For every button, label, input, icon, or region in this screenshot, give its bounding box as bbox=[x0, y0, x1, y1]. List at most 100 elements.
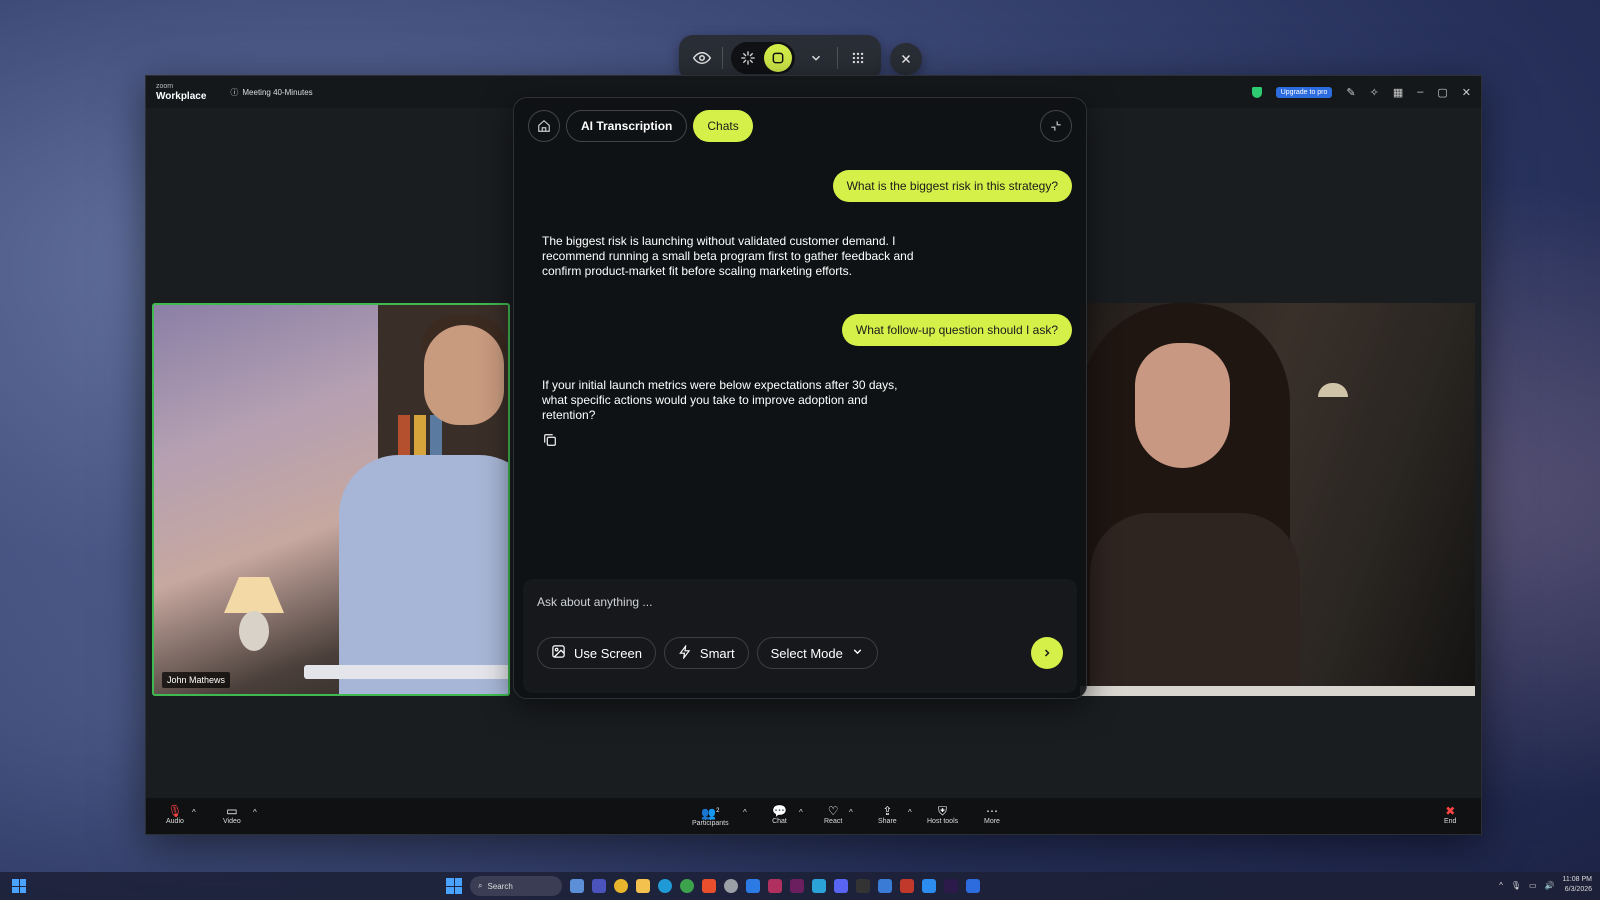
audio-label: Audio bbox=[166, 818, 184, 825]
vscode-icon[interactable] bbox=[746, 879, 760, 893]
app-icon[interactable] bbox=[878, 879, 892, 893]
eye-icon[interactable] bbox=[689, 45, 714, 71]
volume-icon[interactable]: 🔊 bbox=[1545, 881, 1555, 890]
app-icon[interactable] bbox=[570, 879, 584, 893]
assistant-message: If your initial launch metrics were belo… bbox=[542, 378, 898, 422]
image-icon bbox=[551, 644, 566, 662]
app-icon[interactable] bbox=[922, 879, 936, 893]
indesign-icon[interactable] bbox=[768, 879, 782, 893]
mic-muted-icon: 🎙 bbox=[167, 804, 183, 818]
chrome-icon[interactable] bbox=[614, 879, 628, 893]
sparkle-icon[interactable] bbox=[734, 44, 762, 72]
meeting-info[interactable]: ⓘ Meeting 40-Minutes bbox=[230, 87, 312, 98]
app-logo: zoom Workplace bbox=[156, 82, 206, 102]
chat-label: Chat bbox=[772, 818, 787, 825]
share-button[interactable]: ⇪ Share bbox=[878, 804, 897, 825]
more-label: More bbox=[984, 818, 1000, 825]
network-icon[interactable]: ▭ bbox=[1529, 881, 1537, 890]
end-button[interactable]: ✖ End bbox=[1444, 804, 1456, 825]
more-button[interactable]: ⋯ More bbox=[984, 804, 1000, 825]
date: 6/3/2026 bbox=[1564, 886, 1592, 893]
premiere-icon[interactable] bbox=[944, 879, 958, 893]
participants-button[interactable]: 👥2 Participants bbox=[692, 804, 729, 827]
search-icon: ⌕ bbox=[478, 881, 483, 890]
teams-icon[interactable] bbox=[592, 879, 606, 893]
chat-input-area[interactable]: Ask about anything ... Use Screen Smart … bbox=[523, 579, 1077, 693]
assistant-message: The biggest risk is launching without va… bbox=[542, 234, 914, 278]
info-icon: ⓘ bbox=[230, 87, 239, 97]
app-icon[interactable] bbox=[856, 879, 870, 893]
tab-ai-transcription[interactable]: AI Transcription bbox=[566, 110, 688, 142]
react-label: React bbox=[824, 818, 843, 825]
start-icon[interactable] bbox=[446, 878, 462, 894]
pencil-icon[interactable]: ✎ bbox=[1346, 86, 1355, 99]
host-tools-button[interactable]: ⛨ Host tools bbox=[927, 804, 958, 825]
input-controls: Use Screen Smart Select Mode bbox=[537, 637, 878, 669]
video-options-chevron-icon[interactable]: ^ bbox=[253, 808, 257, 817]
chat-button[interactable]: 💬 Chat bbox=[772, 804, 787, 825]
taskbar-search-label: Search bbox=[487, 881, 513, 891]
window-close-icon[interactable]: ✕ bbox=[1462, 86, 1471, 99]
edge-icon[interactable] bbox=[658, 879, 672, 893]
browser-icon[interactable] bbox=[680, 879, 694, 893]
audio-button[interactable]: 🎙 Audio bbox=[166, 804, 184, 825]
grid-icon[interactable] bbox=[846, 45, 871, 71]
system-tray: ^ 🎙 ▭ 🔊 11:08 PM 6/3/2026 bbox=[1499, 875, 1592, 895]
mic-icon[interactable]: 🎙 bbox=[1511, 881, 1521, 890]
close-icon[interactable] bbox=[890, 43, 922, 75]
app-icon[interactable] bbox=[900, 879, 914, 893]
video-button[interactable]: ▭ Video bbox=[223, 804, 241, 825]
user-message: What follow-up question should I ask? bbox=[841, 314, 1072, 346]
clock[interactable]: 11:08 PM 6/3/2026 bbox=[1563, 875, 1592, 895]
select-mode-dropdown[interactable]: Select Mode bbox=[756, 637, 878, 669]
divider bbox=[722, 47, 724, 69]
discord-icon[interactable] bbox=[834, 879, 848, 893]
upgrade-button[interactable]: Upgrade to pro bbox=[1275, 86, 1333, 98]
folder-icon[interactable] bbox=[636, 879, 650, 893]
home-icon[interactable] bbox=[528, 110, 560, 142]
copy-icon[interactable] bbox=[542, 432, 560, 450]
react-button[interactable]: ♡ React bbox=[824, 804, 842, 825]
heart-icon: ♡ bbox=[827, 804, 839, 818]
widgets-icon[interactable] bbox=[12, 879, 26, 893]
chat-chevron-icon[interactable]: ^ bbox=[799, 808, 803, 817]
host-tools-label: Host tools bbox=[927, 818, 959, 825]
keyboard bbox=[304, 665, 508, 679]
share-chevron-icon[interactable]: ^ bbox=[908, 808, 912, 817]
end-label: End bbox=[1444, 818, 1457, 825]
audio-options-chevron-icon[interactable]: ^ bbox=[192, 808, 196, 817]
maximize-icon[interactable]: ▢ bbox=[1437, 86, 1447, 99]
participant-video-john[interactable]: John Mathews bbox=[152, 303, 510, 696]
stop-icon[interactable] bbox=[764, 44, 793, 72]
chat-icon: 💬 bbox=[772, 804, 787, 818]
xd-icon[interactable] bbox=[790, 879, 804, 893]
sparkle-icon[interactable]: ✧ bbox=[1370, 86, 1379, 99]
figma-icon[interactable] bbox=[702, 879, 716, 893]
app-icon[interactable] bbox=[812, 879, 826, 893]
shield-icon[interactable] bbox=[1251, 86, 1262, 98]
zoom-icon[interactable] bbox=[966, 879, 980, 893]
send-button[interactable] bbox=[1031, 637, 1063, 669]
participant-top bbox=[1090, 513, 1300, 696]
tab-chats[interactable]: Chats bbox=[693, 110, 753, 142]
use-screen-button[interactable]: Use Screen bbox=[537, 637, 656, 669]
participant-video-right[interactable] bbox=[1080, 303, 1475, 696]
chat-input[interactable]: Ask about anything ... bbox=[537, 595, 652, 609]
chevron-down-icon[interactable] bbox=[803, 45, 828, 71]
collapse-icon[interactable] bbox=[1040, 110, 1072, 142]
smart-label: Smart bbox=[699, 645, 735, 661]
participants-chevron-icon[interactable]: ^ bbox=[743, 808, 747, 817]
meeting-info-label: Meeting 40-Minutes bbox=[242, 87, 313, 97]
user-message: What is the biggest risk in this strateg… bbox=[832, 170, 1072, 202]
app-icon[interactable] bbox=[724, 879, 738, 893]
chevron-up-icon[interactable]: ^ bbox=[1499, 881, 1503, 890]
chevron-down-icon bbox=[851, 645, 864, 661]
minimize-icon[interactable]: – bbox=[1417, 86, 1423, 98]
smart-button[interactable]: Smart bbox=[663, 637, 749, 669]
end-call-icon: ✖ bbox=[1445, 804, 1456, 818]
participant-face bbox=[1135, 343, 1230, 468]
taskbar-search[interactable]: ⌕ Search bbox=[470, 876, 562, 896]
participant-face bbox=[424, 325, 504, 425]
apps-grid-icon[interactable]: ▦ bbox=[1393, 86, 1403, 99]
react-chevron-icon[interactable]: ^ bbox=[849, 808, 853, 817]
